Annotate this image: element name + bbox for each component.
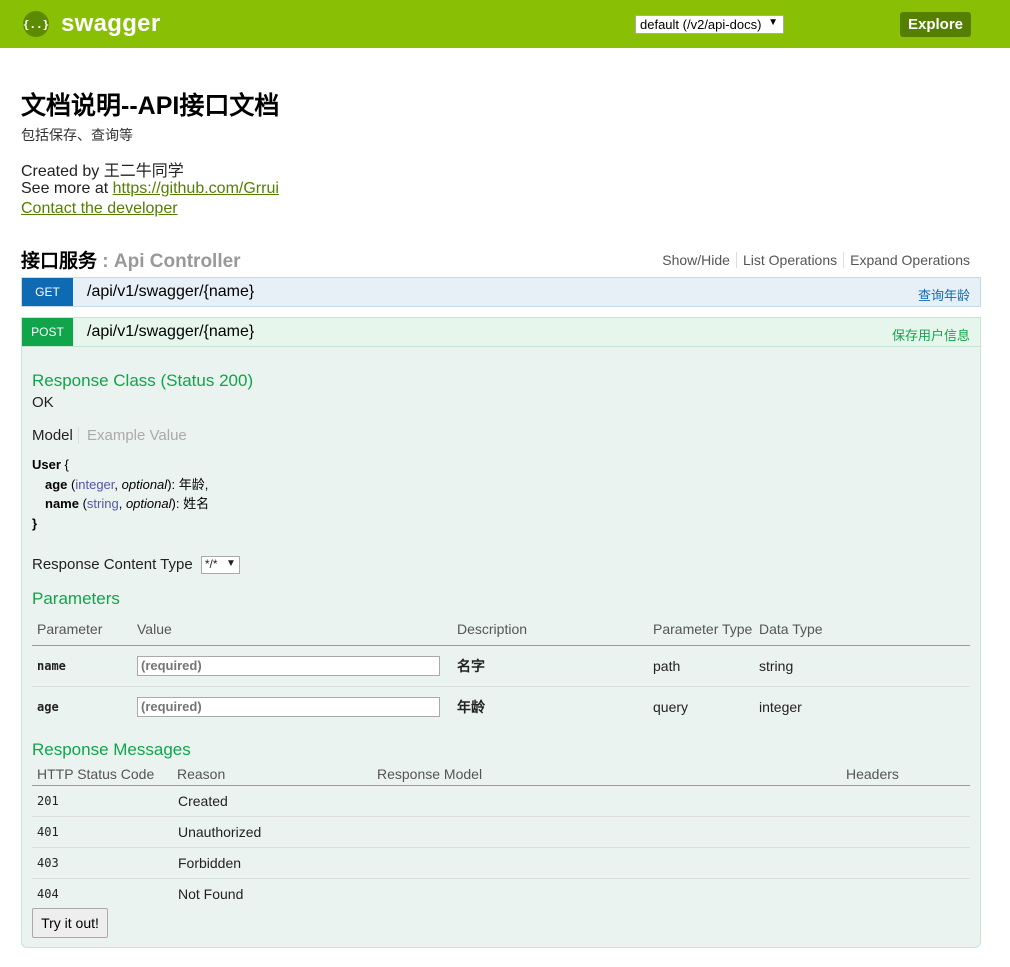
field-type: integer <box>75 476 115 492</box>
swagger-logo-icon: {..} <box>23 11 49 37</box>
model-close-brace: } <box>32 515 38 531</box>
param-value-input[interactable] <box>137 655 440 676</box>
explore-button[interactable]: Explore <box>900 12 971 37</box>
response-messages-title: Response Messages <box>32 740 191 759</box>
field-optional: optional <box>121 476 168 492</box>
param-value-input[interactable] <box>137 696 440 717</box>
table-row: 401 Unauthorized <box>32 816 970 847</box>
dropdown-caret-icon: ▼ <box>225 558 236 570</box>
resource-name: 接口服务 <box>21 251 98 272</box>
content-type-label: Response Content Type <box>32 556 193 573</box>
table-row: 403 Forbidden <box>32 847 970 878</box>
expand-operations-link[interactable]: Expand Operations <box>844 252 970 268</box>
param-description: 名字 <box>457 657 485 674</box>
response-class-value: OK <box>32 394 54 411</box>
show-hide-link[interactable]: Show/Hide <box>656 252 737 268</box>
parameters-table: Parameter Value Description Parameter Ty… <box>32 613 970 727</box>
model-field: age (integer, optional): 年龄, <box>45 476 209 492</box>
param-type: query <box>653 698 689 715</box>
resource-heading[interactable]: 接口服务 : Api Controller <box>21 246 241 273</box>
table-row: 201 Created <box>32 785 970 816</box>
table-header-row: HTTP Status Code Reason Response Model H… <box>32 763 970 785</box>
table-header-row: Parameter Value Description Parameter Ty… <box>32 613 970 645</box>
tab-example-value[interactable]: Example Value <box>87 427 187 444</box>
col-response-model: Response Model <box>377 765 483 782</box>
col-parameter-type: Parameter Type <box>653 620 753 637</box>
field-name: name <box>45 496 79 511</box>
api-spec-select[interactable]: default (/v2/api-docs) ▼ <box>635 15 784 34</box>
param-name: name <box>37 658 66 673</box>
model-name: User <box>32 457 61 472</box>
operation-post: POST /api/v1/swagger/{name} 保存用户信息 Respo… <box>21 317 981 948</box>
page-title: 文档说明--API接口文档 <box>21 92 280 120</box>
status-code: 401 <box>37 824 59 839</box>
parameters-title: Parameters <box>32 589 120 608</box>
response-messages-table: HTTP Status Code Reason Response Model H… <box>32 763 970 909</box>
model-signature: User { age (integer, optional): 年龄, name… <box>32 455 209 533</box>
status-reason: Not Found <box>178 885 244 902</box>
top-bar: {..} swagger default (/v2/api-docs) ▼ Ex… <box>0 0 1010 48</box>
resource-operations: Show/Hide List Operations Expand Operati… <box>656 252 970 268</box>
http-method-get[interactable]: GET <box>22 278 73 306</box>
operation-path[interactable]: /api/v1/swagger/{name} <box>87 323 254 341</box>
see-more: See more at https://github.com/Grrui <box>21 180 279 197</box>
github-link[interactable]: https://github.com/Grrui <box>113 180 279 197</box>
param-data-type: string <box>759 657 794 674</box>
field-optional: optional <box>125 496 172 511</box>
col-parameter: Parameter <box>37 620 103 637</box>
col-value: Value <box>137 620 172 637</box>
status-reason: Forbidden <box>178 854 242 871</box>
operation-summary[interactable]: 查询年龄 <box>918 285 970 304</box>
model-field: name (string, optional): 姓名 <box>45 496 210 511</box>
operation-summary[interactable]: 保存用户信息 <box>892 325 970 344</box>
status-reason: Created <box>178 792 228 809</box>
table-row: name 名字 path string <box>32 645 970 686</box>
param-data-type: integer <box>759 698 802 715</box>
swagger-logo[interactable]: {..} swagger <box>23 10 161 37</box>
operation-post-header[interactable]: POST /api/v1/swagger/{name} 保存用户信息 <box>22 318 980 347</box>
status-code: 404 <box>37 886 59 901</box>
param-name: age <box>37 699 59 714</box>
tab-model[interactable]: Model <box>32 427 79 444</box>
col-data-type: Data Type <box>759 620 823 637</box>
api-author-info: Created by 王二牛同学 See more at https://git… <box>21 163 279 197</box>
status-code: 201 <box>37 793 59 808</box>
logo-text: swagger <box>61 10 161 37</box>
content-type-select[interactable]: */* ▼ <box>200 556 240 575</box>
list-operations-link[interactable]: List Operations <box>737 252 845 268</box>
response-class-title: Response Class (Status 200) <box>32 371 254 390</box>
field-type: string <box>86 496 119 511</box>
param-description: 年龄 <box>457 698 485 715</box>
try-it-out-button[interactable]: Try it out! <box>32 908 108 938</box>
http-method-post[interactable]: POST <box>22 318 73 346</box>
field-desc: 年龄, <box>178 476 209 492</box>
status-code: 403 <box>37 855 59 870</box>
contact-developer-link[interactable]: Contact the developer <box>21 200 178 218</box>
operation-path[interactable]: /api/v1/swagger/{name} <box>87 283 254 301</box>
col-status-code: HTTP Status Code <box>37 765 155 782</box>
content-type-value: */* <box>204 557 218 572</box>
see-more-prefix: See more at <box>21 180 113 197</box>
status-reason: Unauthorized <box>178 823 262 840</box>
field-desc: 姓名 <box>183 496 210 511</box>
resource-separator: : <box>97 251 114 272</box>
operation-get[interactable]: GET /api/v1/swagger/{name} 查询年龄 <box>21 277 981 307</box>
table-row: 404 Not Found <box>32 878 970 909</box>
created-by: Created by 王二牛同学 <box>21 163 184 180</box>
api-description: 包括保存、查询等 <box>21 127 133 143</box>
resource-controller: Api Controller <box>113 251 241 272</box>
dropdown-caret-icon: ▼ <box>768 17 778 28</box>
col-description: Description <box>457 620 528 637</box>
api-spec-selected: default (/v2/api-docs) <box>640 17 762 32</box>
table-row: age 年龄 query integer <box>32 686 970 727</box>
col-reason: Reason <box>177 765 226 782</box>
response-content-type: Response Content Type */* ▼ <box>32 556 240 575</box>
col-headers: Headers <box>846 765 899 782</box>
field-name: age <box>45 476 68 492</box>
param-type: path <box>653 657 681 674</box>
model-open-brace: { <box>64 457 69 472</box>
